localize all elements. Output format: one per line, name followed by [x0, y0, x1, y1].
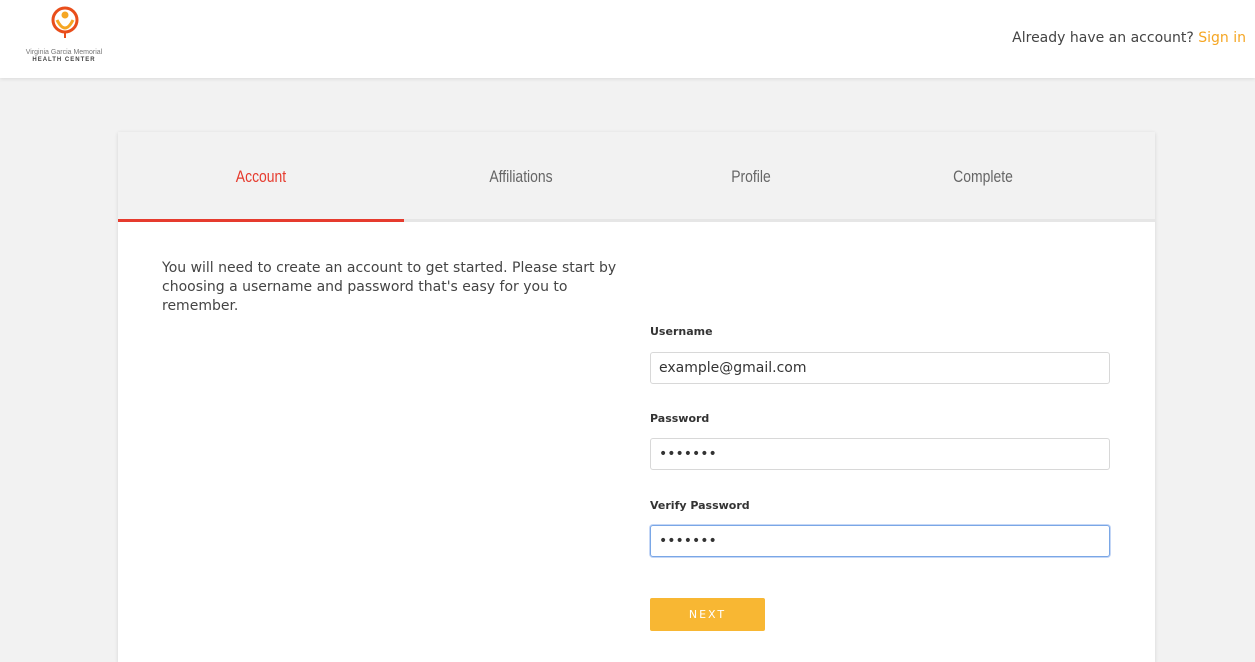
tab-account[interactable]: Account [144, 132, 379, 222]
logo-text-line2: HEALTH CENTER [32, 57, 96, 63]
verify-password-label: Verify Password [650, 499, 750, 512]
signin-area: Already have an account? Sign in [1012, 30, 1246, 46]
logo-text-line1: Virginia Garcia Memorial [25, 49, 103, 56]
username-label: Username [650, 325, 713, 338]
tab-affiliations[interactable]: Affiliations [404, 132, 639, 222]
signin-link[interactable]: Sign in [1198, 30, 1246, 46]
password-input[interactable] [650, 438, 1110, 470]
intro-text: You will need to create an account to ge… [162, 260, 617, 314]
logo[interactable]: Virginia Garcia Memorial HEALTH CENTER [8, 6, 120, 63]
vgm-logo-icon [51, 6, 79, 38]
step-tabs: Account Affiliations Profile Complete [118, 132, 1155, 222]
active-tab-indicator [118, 219, 404, 222]
tab-profile[interactable]: Profile [634, 132, 869, 222]
tab-complete[interactable]: Complete [866, 132, 1101, 222]
username-input[interactable] [650, 352, 1110, 384]
registration-card: Account Affiliations Profile Complete Yo… [118, 132, 1155, 662]
password-label: Password [650, 412, 710, 425]
signin-prompt: Already have an account? [1012, 30, 1194, 46]
top-bar: Virginia Garcia Memorial HEALTH CENTER A… [0, 0, 1255, 78]
verify-password-input[interactable] [650, 525, 1110, 557]
next-button[interactable]: NEXT [650, 598, 765, 631]
